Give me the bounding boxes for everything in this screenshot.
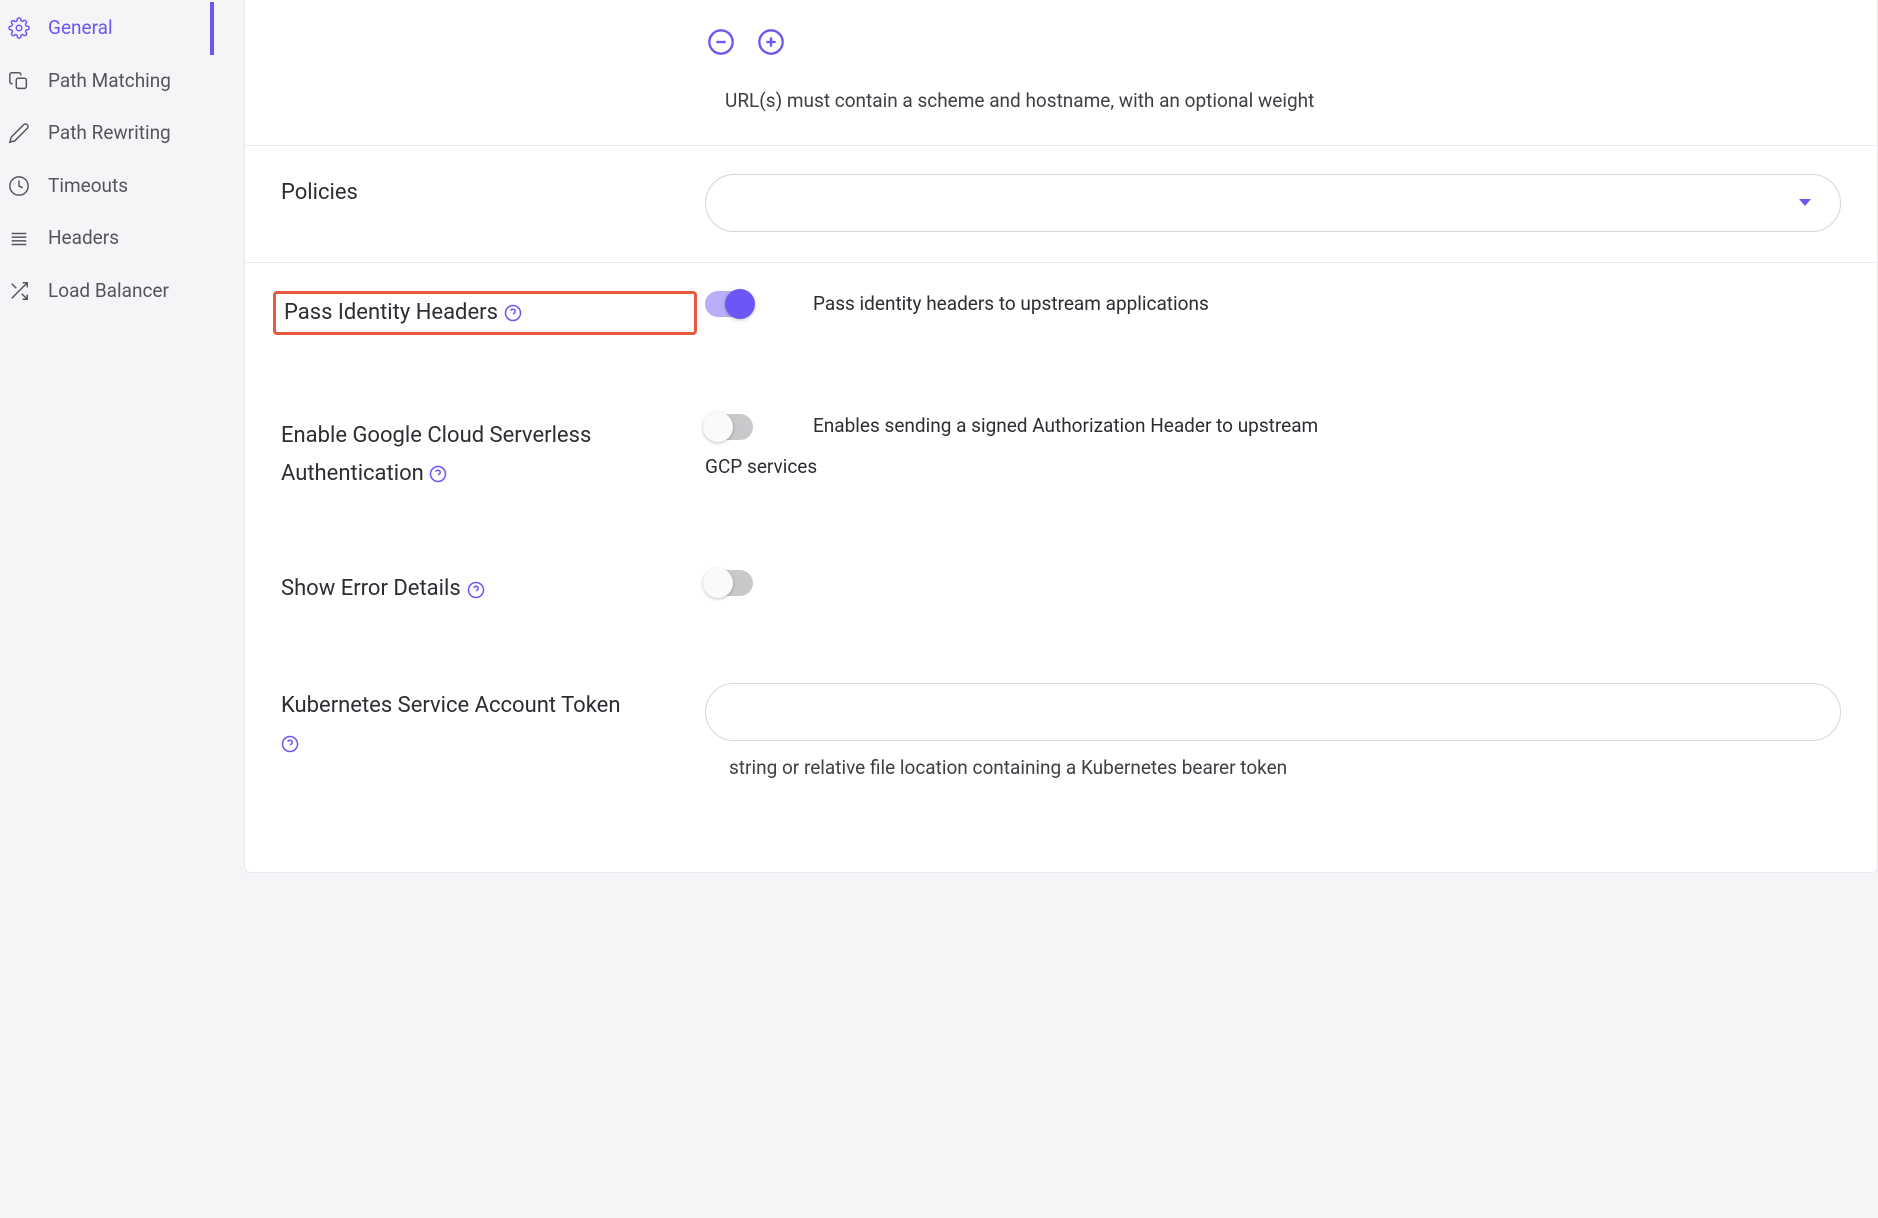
copy-icon (8, 70, 30, 92)
sidebar-item-label: Path Rewriting (48, 120, 171, 147)
sidebar-active-indicator (210, 2, 214, 55)
remove-url-button[interactable] (707, 28, 735, 56)
section-urls: URL(s) must contain a scheme and hostnam… (245, 0, 1877, 146)
section-gcp-auth: Enable Google Cloud Serverless Authentic… (245, 385, 1877, 542)
sidebar-item-timeouts[interactable]: Timeouts (0, 160, 214, 213)
pencil-icon (8, 122, 30, 144)
gcp-auth-toggle[interactable] (705, 414, 753, 440)
pass-identity-headers-label: Pass Identity Headers (284, 298, 498, 329)
sidebar-item-label: Headers (48, 225, 119, 252)
add-url-button[interactable] (757, 28, 785, 56)
chevron-down-icon (1798, 189, 1812, 216)
clock-icon (8, 175, 30, 197)
sidebar-item-label: General (48, 15, 113, 42)
sidebar-item-headers[interactable]: Headers (0, 212, 214, 265)
shuffle-icon (8, 280, 30, 302)
pass-identity-headers-label-highlighted: Pass Identity Headers (273, 291, 697, 336)
sidebar-item-path-matching[interactable]: Path Matching (0, 55, 214, 108)
section-pass-identity-headers: Pass Identity Headers Pass identity head… (245, 263, 1877, 386)
section-show-error-details: Show Error Details (245, 542, 1877, 655)
help-icon[interactable] (429, 465, 447, 483)
gcp-auth-description-tail: GCP services (705, 454, 1841, 481)
main-content: URL(s) must contain a scheme and hostnam… (214, 0, 1878, 1218)
help-icon[interactable] (467, 581, 485, 599)
sidebar-item-label: Load Balancer (48, 278, 169, 305)
pass-identity-headers-toggle[interactable] (705, 291, 753, 317)
k8s-token-help-text: string or relative file location contain… (729, 755, 1841, 782)
sidebar-item-label: Path Matching (48, 68, 171, 95)
section-policies: Policies (245, 146, 1877, 263)
section-k8s-token: Kubernetes Service Account Token string … (245, 655, 1877, 812)
sidebar-item-path-rewriting[interactable]: Path Rewriting (0, 107, 214, 160)
show-error-details-label: Show Error Details (281, 574, 461, 605)
list-icon (8, 228, 30, 250)
sidebar-item-label: Timeouts (48, 173, 128, 200)
settings-card: URL(s) must contain a scheme and hostnam… (244, 0, 1878, 873)
sidebar-item-general[interactable]: General (0, 2, 214, 55)
sidebar-item-load-balancer[interactable]: Load Balancer (0, 265, 214, 318)
show-error-details-toggle[interactable] (705, 570, 753, 596)
sidebar: General Path Matching Path Rewriting Tim… (0, 0, 214, 1218)
help-icon[interactable] (281, 735, 299, 753)
k8s-token-input[interactable] (705, 683, 1841, 741)
help-icon[interactable] (504, 304, 522, 322)
pass-identity-headers-description: Pass identity headers to upstream applic… (813, 291, 1209, 318)
policies-label: Policies (281, 174, 705, 209)
gear-icon (8, 17, 30, 39)
urls-help-text: URL(s) must contain a scheme and hostnam… (725, 88, 1314, 115)
k8s-token-label: Kubernetes Service Account Token (281, 693, 620, 718)
gcp-auth-description-head: Enables sending a signed Authorization H… (813, 413, 1318, 440)
policies-select[interactable] (705, 174, 1841, 232)
